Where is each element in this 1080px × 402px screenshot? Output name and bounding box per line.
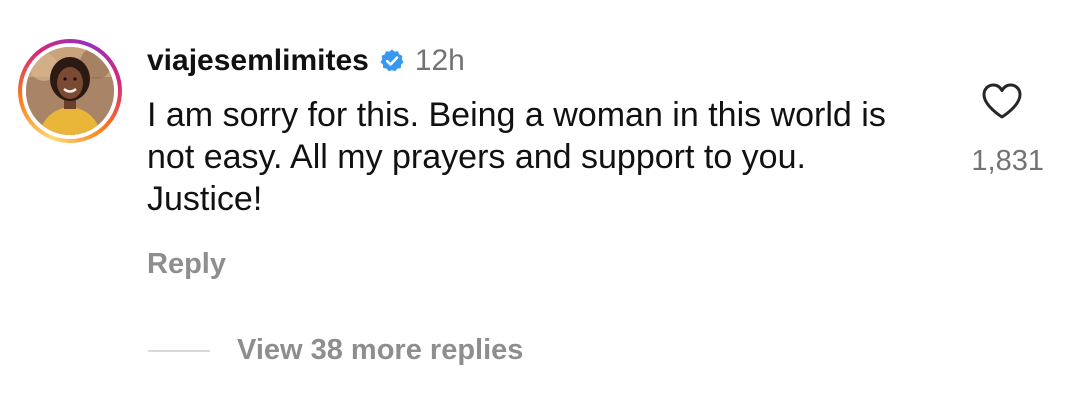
replies-divider-line (148, 349, 210, 352)
avatar-photo-graphic (26, 47, 114, 135)
reply-button[interactable]: Reply (147, 248, 226, 281)
like-count: 1,831 (971, 145, 1044, 177)
verified-badge-icon (379, 48, 405, 74)
username[interactable]: viajesemlimites (147, 44, 369, 78)
avatar-photo (26, 47, 114, 135)
comment: viajesemlimites 12h I am sorry for this.… (0, 0, 1080, 402)
comment-header: viajesemlimites 12h (147, 38, 465, 84)
heart-icon[interactable] (981, 82, 1023, 120)
view-replies-label: View 38 more replies (237, 334, 524, 366)
comment-text: I am sorry for this. Being a woman in th… (147, 96, 886, 218)
comment-timestamp: 12h (414, 44, 465, 77)
view-more-replies-button[interactable]: View 38 more replies (148, 334, 523, 367)
avatar[interactable] (18, 39, 122, 143)
